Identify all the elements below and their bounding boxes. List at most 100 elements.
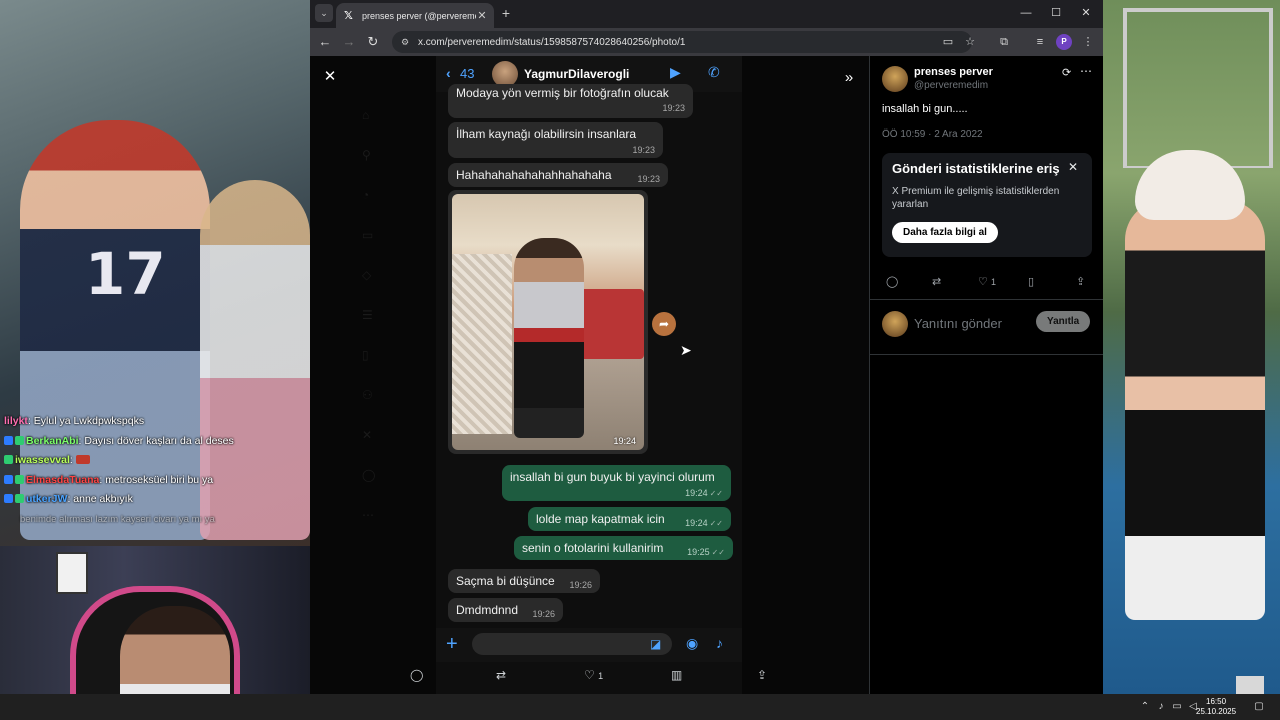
read-ticks-icon: ✓✓ — [709, 489, 723, 498]
windows-taskbar: ⌃ ♪ ▭ ◁ 16:50 25.10.2025 ▢ — [0, 694, 1280, 720]
close-icon[interactable]: ✕ — [476, 9, 488, 22]
shared-photo: 19:24 — [452, 194, 644, 450]
views-icon[interactable]: ▥ — [671, 668, 682, 682]
bookmark-icon[interactable]: ▯ — [1028, 275, 1034, 288]
message-time: 19:25 — [687, 547, 710, 557]
reply-input[interactable]: Yanıtını gönder — [914, 316, 1002, 331]
cast-icon[interactable]: ▭ — [940, 34, 956, 50]
reload-icon[interactable]: ↻ — [365, 34, 381, 50]
close-icon[interactable]: ✕ — [322, 69, 338, 85]
chat-text: anne akbıyık — [73, 493, 133, 506]
badge-icon — [15, 474, 24, 484]
menu-icon[interactable]: ⋮ — [1080, 34, 1096, 50]
message-time-wrap: 19:24 ✓✓ — [685, 488, 723, 498]
author-name[interactable]: prenses perver — [914, 66, 993, 78]
minimize-button[interactable]: — — [1018, 5, 1034, 21]
media-controls-icon[interactable]: ≡ — [1032, 34, 1048, 50]
message-time: 19:23 — [632, 145, 655, 155]
maximize-button[interactable]: ☐ — [1048, 5, 1064, 21]
outgoing-message: senin o fotolarini kullanirim 19:25 ✓✓ — [514, 536, 733, 560]
tweet-date[interactable]: ÖÖ 10:59 · 2 Ara 2022 — [882, 129, 983, 140]
clock-time: 16:50 — [1206, 697, 1227, 706]
divider — [870, 299, 1103, 300]
address-bar[interactable]: ⚙ x.com/perveremedim/status/159858757402… — [392, 31, 972, 53]
site-info-icon[interactable]: ⚙ — [398, 35, 412, 49]
close-icon[interactable]: ✕ — [1068, 160, 1078, 174]
badge-icon — [15, 494, 24, 504]
chat-message: iwassevval: — [0, 451, 310, 471]
like-button[interactable]: ♡ 1 — [978, 275, 996, 288]
photo-booth-seat — [574, 289, 644, 359]
share-icon[interactable]: ⇪ — [1076, 275, 1085, 288]
reply-button[interactable]: Yanıtla — [1036, 311, 1091, 332]
learn-more-button[interactable]: Daha fazla bilgi al — [892, 222, 998, 243]
basketball-hoop — [1123, 8, 1273, 168]
whatsapp-screenshot: ‹ 43 YagmurDilaverogli ▶ ✆ Modaya yön ve… — [436, 56, 742, 694]
mic-icon[interactable]: ♪ — [1154, 700, 1168, 714]
forward-icon: ➦ — [652, 312, 676, 336]
retweet-icon[interactable]: ⇄ — [932, 275, 941, 288]
sticker-icon: ◪ — [650, 637, 662, 651]
tab-x-post[interactable]: 𝕏 prenses perver (@perveremedim ✕ — [336, 3, 494, 28]
photo-message: 19:24 — [448, 190, 648, 454]
new-tab-button[interactable]: + — [498, 5, 514, 21]
ghost-bookmark-icon: ▯ — [362, 348, 369, 362]
emote-icon — [75, 455, 90, 465]
grok-icon[interactable]: ⟳ — [1062, 66, 1071, 79]
notifications-icon[interactable]: ▢ — [1252, 700, 1266, 714]
close-window-button[interactable]: ✕ — [1078, 5, 1094, 21]
author-avatar[interactable] — [882, 66, 908, 92]
photo-person — [514, 238, 584, 438]
badge-icon — [15, 435, 24, 445]
divider — [870, 354, 1103, 355]
tweet-actions: ◯ ⇄ ♡ 1 ▯ ⇪ — [870, 273, 1103, 293]
network-icon[interactable]: ▭ — [1170, 700, 1184, 714]
outgoing-message: lolde map kapatmak icin 19:24 ✓✓ — [528, 507, 731, 531]
forward-arrow-icon[interactable]: → — [341, 34, 357, 50]
chat-text: metroseksüel biri bu ya — [105, 473, 214, 486]
profile-avatar[interactable]: P — [1056, 34, 1072, 50]
message-time: 19:24 — [685, 488, 708, 498]
url-text[interactable]: x.com/perveremedim/status/15985875740286… — [418, 37, 685, 48]
like-count: 1 — [990, 277, 996, 287]
message-time: 19:23 — [637, 174, 660, 184]
read-ticks-icon: ✓✓ — [709, 519, 723, 528]
like-button[interactable]: ♡ 1 — [584, 668, 603, 682]
bookmark-star-icon[interactable]: ☆ — [962, 34, 978, 50]
ghost-home-icon: ⌂ — [362, 108, 370, 122]
stream-chat: lilykt: Eylul ya Lwkdpwkspqks BerkanAbi:… — [0, 412, 310, 526]
back-arrow-icon[interactable]: ← — [317, 34, 333, 50]
chat-username: lilykt — [4, 415, 28, 427]
badge-icon — [4, 455, 13, 465]
more-options-icon[interactable]: ⋯ — [1080, 64, 1092, 78]
message-text: Hahahahahahahahhahahaha — [456, 168, 612, 182]
ghost-mail-icon: ▭ — [362, 228, 374, 242]
retweet-icon[interactable]: ⇄ — [496, 668, 506, 682]
like-count: 1 — [598, 671, 604, 681]
ghost-bell-icon: ◔ — [362, 188, 370, 202]
incoming-message: İlham kaynağı olabilirsin insanlara 19:2… — [448, 122, 663, 158]
incoming-message: Modaya yön vermiş bir fotoğrafın olucak … — [448, 84, 693, 118]
video-call-icon: ▶ — [670, 64, 681, 80]
photo-wall — [452, 254, 512, 434]
share-icon[interactable]: ⇪ — [757, 668, 767, 682]
ghost-x-icon: ✕ — [362, 428, 373, 442]
chevron-up-icon[interactable]: ⌃ — [1138, 700, 1152, 714]
tab-search-button[interactable]: ⌄ — [315, 4, 333, 22]
author-handle[interactable]: @perveremedim — [914, 80, 988, 91]
chat-text: Dayısı döver kaşları da al deses — [84, 434, 234, 447]
wall-poster — [56, 552, 88, 594]
plus-icon: + — [446, 633, 458, 655]
clock[interactable]: 16:50 25.10.2025 — [1196, 697, 1236, 717]
reply-icon[interactable]: ◯ — [410, 668, 423, 682]
unread-count: 43 — [460, 66, 475, 81]
card-title: Gönderi istatistiklerine eriş — [892, 161, 1060, 176]
message-text: Modaya yön vermiş bir fotoğrafın olucak — [456, 86, 669, 100]
chat-message: utkerJW: anne akbıyık — [0, 490, 310, 510]
reply-icon[interactable]: ◯ — [886, 275, 898, 288]
contact-name: YagmurDilaverogli — [524, 67, 630, 81]
extensions-icon[interactable]: ⧉ — [996, 34, 1012, 50]
tab-bar: ⌄ 𝕏 prenses perver (@perveremedim ✕ + — … — [310, 0, 1103, 28]
left-stream-video: 17 lilykt: Eylul ya Lwkdpwkspqks BerkanA… — [0, 0, 310, 546]
expand-sidebar-icon[interactable]: » — [840, 69, 858, 87]
